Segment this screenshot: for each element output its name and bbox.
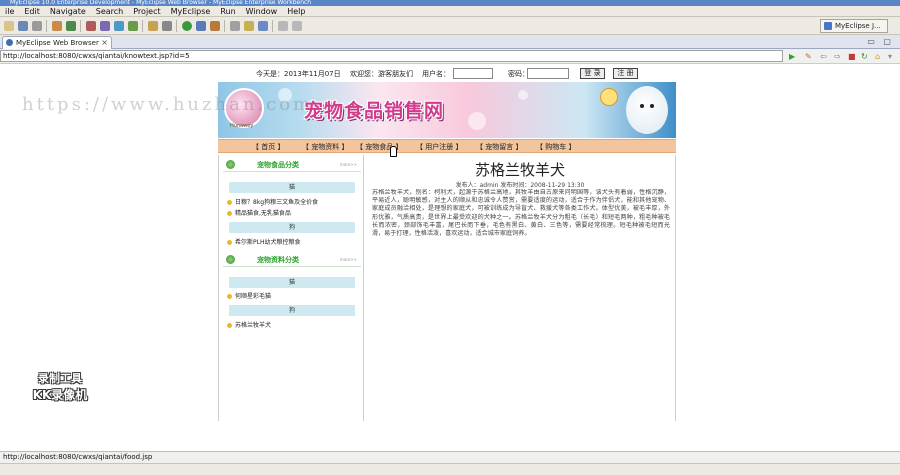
food-more-link[interactable]: more>> <box>340 162 357 167</box>
info-more-link[interactable]: more>> <box>340 257 357 262</box>
info-item[interactable]: 何顺星彩毛猫 <box>227 291 271 300</box>
menu-edit[interactable]: Edit <box>19 7 45 16</box>
external-tools-icon[interactable] <box>210 21 220 31</box>
cartoon-kid-image <box>600 88 618 106</box>
article-meta: 发布人：admin 发布时间：2008-11-29 13:30 <box>455 182 585 189</box>
main-toolbar: MyEclipse J... <box>0 17 900 35</box>
print-icon[interactable] <box>32 21 42 31</box>
polar-bear-image <box>626 86 668 134</box>
deploy-icon[interactable] <box>66 21 76 31</box>
refresh-icon[interactable]: ↻ <box>861 52 868 61</box>
menu-file[interactable]: ile <box>0 7 19 16</box>
nav-pet-info[interactable]: 【 宠物资料 】 <box>302 142 348 152</box>
run-icon[interactable] <box>182 21 192 31</box>
info-category-header: 宠物资料分类 more>> <box>223 253 361 267</box>
username-label: 用户名： <box>422 70 450 78</box>
leaf-icon <box>226 160 235 169</box>
menu-icon[interactable]: ▾ <box>888 52 892 61</box>
stop-icon[interactable]: ■ <box>848 52 856 61</box>
browser-address-bar: http://localhost:8080/cwxs/qiantai/knowt… <box>0 49 900 64</box>
home-icon[interactable]: ⌂ <box>875 52 880 61</box>
db-icon[interactable] <box>162 21 172 31</box>
info-category-cat[interactable]: 猫 <box>229 277 355 288</box>
build-icon[interactable] <box>86 21 96 31</box>
go-icon[interactable]: ▶ <box>789 52 795 61</box>
annotation-icon[interactable] <box>258 21 268 31</box>
menu-run[interactable]: Run <box>215 7 240 16</box>
bottom-panel-edge <box>0 463 900 475</box>
nav-cart[interactable]: 【 购物车 】 <box>536 142 575 152</box>
tab-label: MyEclipse Web Browser <box>16 39 99 47</box>
food-category-header: 宠物食品分类 more>> <box>223 158 361 172</box>
forward-icon[interactable]: ⇨ <box>834 52 841 61</box>
menu-window[interactable]: Window <box>241 7 283 16</box>
menu-project[interactable]: Project <box>128 7 165 16</box>
article-title: 苏格兰牧羊犬 <box>474 161 565 179</box>
recorder-watermark: 录制工具 KK录像机 <box>20 370 100 403</box>
menu-help[interactable]: Help <box>282 7 310 16</box>
server-icon[interactable] <box>52 21 62 31</box>
food-category-cat[interactable]: 猫 <box>229 182 355 193</box>
tools-icon[interactable]: ✎ <box>805 52 812 61</box>
nav-register[interactable]: 【 用户注册 】 <box>416 142 462 152</box>
forward-history-icon[interactable] <box>292 21 302 31</box>
tool-icon[interactable] <box>100 21 110 31</box>
back-history-icon[interactable] <box>278 21 288 31</box>
info-category-title: 宠物资料分类 <box>257 256 299 264</box>
globe-icon <box>6 39 13 46</box>
new-icon[interactable] <box>4 21 14 31</box>
open-type-icon[interactable] <box>230 21 240 31</box>
browser-icon[interactable] <box>114 21 124 31</box>
perspective-switcher[interactable]: MyEclipse J... <box>820 19 888 33</box>
package-icon[interactable] <box>148 21 158 31</box>
browser-viewport: 今天是：2013年11月07日 欢迎您：游客朋友们 用户名： 密码： 登 录 注… <box>0 64 900 452</box>
welcome-text: 欢迎您：游客朋友们 <box>350 70 413 78</box>
food-item[interactable]: 日粮？8kg狗粮三文鱼及全价食 <box>227 197 318 206</box>
search-icon[interactable] <box>244 21 254 31</box>
close-icon[interactable]: × <box>101 37 108 49</box>
info-category-dog[interactable]: 狗 <box>229 305 355 316</box>
sidebar: 宠物食品分类 more>> 猫 日粮？8kg狗粮三文鱼及全价食 精品猫食,无乳猫… <box>218 155 364 421</box>
menu-myeclipse[interactable]: MyEclipse <box>166 7 216 16</box>
debug-icon[interactable] <box>196 21 206 31</box>
food-category-title: 宠物食品分类 <box>257 161 299 169</box>
back-icon[interactable]: ⇦ <box>820 52 827 61</box>
leaf-icon <box>226 255 235 264</box>
url-input[interactable]: http://localhost:8080/cwxs/qiantai/knowt… <box>0 50 783 62</box>
editor-tab-bar: MyEclipse Web Browser × ▭ ▢ <box>0 35 900 49</box>
password-label: 密码： <box>508 70 529 78</box>
info-item[interactable]: 苏格兰牧羊犬 <box>227 320 271 329</box>
site-title: 宠物食品销售网 <box>304 100 445 122</box>
menu-bar: ile Edit Navigate Search Project MyEclip… <box>0 6 900 17</box>
status-bar: http://localhost:8080/cwxs/qiantai/food.… <box>0 452 900 463</box>
perspective-label: MyEclipse J... <box>835 22 881 30</box>
pet-food-site: 今天是：2013年11月07日 欢迎您：游客朋友们 用户名： 密码： 登 录 注… <box>218 64 676 421</box>
food-item[interactable]: 精品猫食,无乳猫食品 <box>227 208 291 217</box>
nav-messages[interactable]: 【 宠物留言 】 <box>476 142 522 152</box>
tab-web-browser[interactable]: MyEclipse Web Browser × <box>2 36 112 49</box>
window-controls[interactable]: ▭ ▢ <box>867 37 894 46</box>
date-text: 今天是：2013年11月07日 <box>256 70 341 78</box>
login-button[interactable]: 登 录 <box>580 68 605 79</box>
register-button[interactable]: 注 册 <box>613 68 638 79</box>
logo-text: Hunawey <box>230 123 254 129</box>
recorder-line2: KK录像机 <box>32 388 88 402</box>
menu-navigate[interactable]: Navigate <box>45 7 91 16</box>
perspective-icon <box>824 22 832 30</box>
site-nav: 【 首页 】 【 宠物资料 】 【 宠物食品 】 【 用户注册 】 【 宠物留言… <box>218 139 676 157</box>
login-bar: 今天是：2013年11月07日 欢迎您：游客朋友们 用户名： 密码： 登 录 注… <box>218 68 676 80</box>
wizard-icon[interactable] <box>128 21 138 31</box>
recorder-line1: 录制工具 <box>38 372 82 385</box>
username-input[interactable] <box>453 68 493 79</box>
nav-home[interactable]: 【 首页 】 <box>252 142 284 152</box>
article-body: 苏格兰牧羊犬，别名：柯利犬，起源于苏格兰高地，其牧羊由自古原来问明国等，该犬头有… <box>372 189 670 238</box>
menu-search[interactable]: Search <box>91 7 128 16</box>
food-item[interactable]: 希尔斯PLH幼犬粮控粮食 <box>227 237 300 246</box>
save-icon[interactable] <box>18 21 28 31</box>
article-panel: 苏格兰牧羊犬 发布人：admin 发布时间：2008-11-29 13:30 苏… <box>364 155 676 421</box>
password-input[interactable] <box>527 68 569 79</box>
food-category-dog[interactable]: 狗 <box>229 222 355 233</box>
watermark-text: https://www.huzhan.com <box>22 94 314 115</box>
